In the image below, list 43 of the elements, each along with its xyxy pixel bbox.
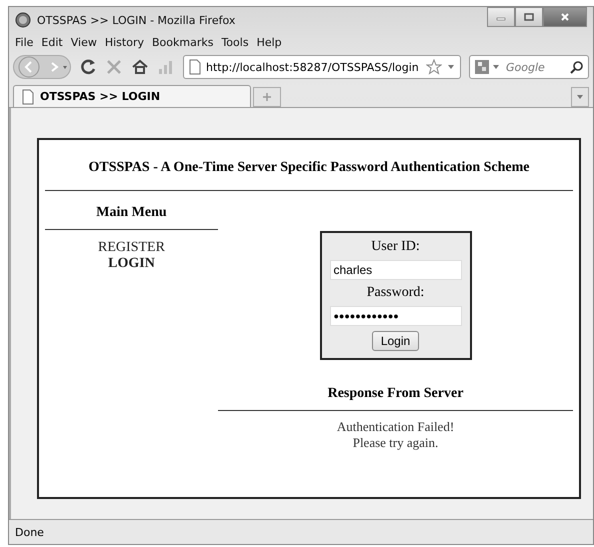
page-heading: OTSSPAS - A One-Time Server Specific Password Authentication Scheme [88, 159, 530, 177]
home-icon[interactable] [131, 58, 149, 76]
field-label: User ID: [371, 239, 420, 255]
menu-item[interactable]: Bookmarks [152, 36, 214, 48]
search-field[interactable]: Google [469, 55, 589, 79]
plus-icon [262, 92, 272, 102]
close-button[interactable] [543, 7, 587, 27]
user-id-field[interactable]: charles [330, 260, 462, 280]
browser-tab[interactable]: OTSSPAS >> LOGIN [13, 85, 251, 107]
maximize-button[interactable] [515, 7, 543, 27]
field-label: Password: [366, 285, 424, 301]
dropdown-icon[interactable] [447, 64, 455, 70]
new-tab-button[interactable] [253, 87, 281, 107]
search-engine-icon[interactable] [474, 59, 502, 75]
menu-title: Main Menu [95, 204, 168, 222]
reload-icon[interactable] [79, 58, 97, 76]
back-forward-button[interactable] [13, 55, 71, 79]
menu-link[interactable]: LOGIN [108, 256, 155, 272]
password-field[interactable]: ●●●●●●●●●●●● [330, 306, 462, 326]
response-title: Response From Server [328, 385, 464, 403]
response-message: Please try again. [352, 435, 438, 451]
menu-item[interactable]: Tools [221, 36, 249, 48]
star-icon[interactable] [426, 59, 442, 75]
response-message: Authentication Failed! [336, 419, 454, 435]
menu-item[interactable]: Help [256, 36, 282, 48]
maximize-icon [524, 13, 534, 21]
url-text: http://localhost:58287/OTSSPASS/login [206, 60, 420, 74]
search-icon[interactable] [570, 60, 584, 74]
menu-item[interactable]: History [104, 36, 144, 48]
tab-list-button[interactable] [571, 87, 589, 107]
address-bar[interactable]: http://localhost:58287/OTSSPASS/login [183, 55, 461, 79]
page-icon [189, 59, 201, 75]
page-icon [22, 88, 34, 104]
close-icon [560, 13, 570, 21]
status-text: Done [15, 526, 44, 538]
window-title: OTSSPAS >> LOGIN - Mozilla Firefox [37, 14, 236, 26]
menu-item[interactable]: File [15, 36, 34, 48]
menu-item[interactable]: Edit [41, 36, 63, 48]
login-button[interactable]: Login [372, 331, 420, 351]
menu-link[interactable]: REGISTER [98, 240, 165, 256]
menu-item[interactable]: View [70, 36, 97, 48]
dropdown-icon [576, 94, 584, 100]
minimize-button[interactable] [487, 7, 515, 27]
